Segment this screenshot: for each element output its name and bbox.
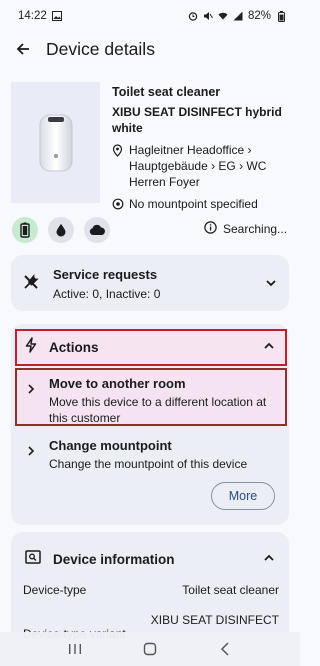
- move-to-another-room-action[interactable]: Move to another room Move this device to…: [15, 368, 287, 426]
- actions-header[interactable]: Actions: [15, 329, 287, 366]
- mountpoint-row: No mountpoint specified: [112, 196, 294, 214]
- device-summary: Toilet seat cleaner XIBU SEAT DISINFECT …: [112, 84, 294, 214]
- status-bar: 14:22 82%: [0, 0, 300, 32]
- system-back-icon: [220, 642, 229, 656]
- drop-icon: [56, 224, 66, 237]
- fill-level-badge[interactable]: [48, 217, 74, 243]
- cloud-badge[interactable]: [84, 217, 110, 243]
- mute-icon: [203, 11, 213, 21]
- connection-status-text: Searching...: [223, 222, 288, 236]
- service-requests-card[interactable]: Service requests Active: 0, Inactive: 0: [11, 255, 289, 311]
- chevron-down-icon[interactable]: [265, 276, 277, 294]
- battery-level: 82%: [247, 10, 271, 22]
- actions-title: Actions: [49, 340, 99, 355]
- device-type-value: Toilet seat cleaner: [182, 583, 279, 597]
- location-pin-icon: [112, 142, 124, 161]
- device-type-row: Device-type Toilet seat cleaner: [23, 583, 279, 597]
- system-navigation-bar: [0, 632, 300, 666]
- battery-status-icon: [276, 10, 286, 22]
- device-info-icon: [25, 550, 41, 569]
- target-icon: [112, 196, 124, 214]
- chevron-up-icon[interactable]: [263, 339, 275, 357]
- wifi-icon: [218, 11, 228, 21]
- device-information-title: Device information: [53, 552, 175, 567]
- info-icon: [204, 221, 217, 237]
- move-room-title: Move to another room: [49, 376, 186, 391]
- more-button[interactable]: More: [211, 482, 275, 510]
- home-icon: [143, 642, 157, 656]
- change-mountpoint-action[interactable]: Change mountpoint Change the mountpoint …: [15, 434, 287, 474]
- alarm-icon: [188, 11, 198, 21]
- signal-icon: [233, 11, 243, 21]
- chevron-right-icon: [27, 376, 35, 399]
- cloud-icon: [89, 224, 105, 235]
- back-button[interactable]: [12, 38, 34, 60]
- clock: 14:22: [18, 10, 47, 22]
- status-badges: [12, 217, 110, 243]
- tools-icon: [23, 273, 39, 295]
- system-back-button[interactable]: [213, 637, 237, 661]
- lightning-icon: [25, 337, 37, 358]
- recent-apps-icon: [69, 644, 82, 654]
- device-type: Toilet seat cleaner: [112, 85, 221, 99]
- connection-status: Searching...: [204, 221, 287, 237]
- device-location: Hagleitner Headoffice › Hauptgebäude › E…: [129, 143, 267, 189]
- home-button[interactable]: [138, 637, 162, 661]
- app-bar: Device details: [0, 32, 300, 66]
- location-row: Hagleitner Headoffice › Hauptgebäude › E…: [112, 142, 294, 190]
- service-requests-title: Service requests: [53, 267, 158, 282]
- device-name: XIBU SEAT DISINFECT hybrid white: [112, 105, 282, 135]
- device-information-header[interactable]: Device information: [11, 532, 289, 569]
- device-image: [11, 82, 100, 203]
- change-mountpoint-title: Change mountpoint: [49, 438, 172, 453]
- arrow-back-icon: [16, 43, 29, 55]
- chevron-up-icon[interactable]: [263, 551, 275, 569]
- change-mountpoint-subtitle: Change the mountpoint of this device: [49, 457, 248, 471]
- recent-apps-button[interactable]: [63, 637, 87, 661]
- battery-badge[interactable]: [12, 217, 38, 243]
- gallery-notification-icon: [51, 11, 62, 21]
- move-room-subtitle: Move this device to a different location…: [49, 395, 267, 425]
- chevron-right-icon: [27, 438, 35, 461]
- device-type-label: Device-type: [23, 583, 87, 597]
- device-mountpoint: No mountpoint specified: [129, 197, 258, 211]
- service-requests-counts: Active: 0, Inactive: 0: [53, 287, 161, 301]
- actions-card: Actions Move to another room Move this d…: [11, 324, 289, 525]
- page-title: Device details: [46, 38, 155, 59]
- battery-icon: [20, 222, 30, 238]
